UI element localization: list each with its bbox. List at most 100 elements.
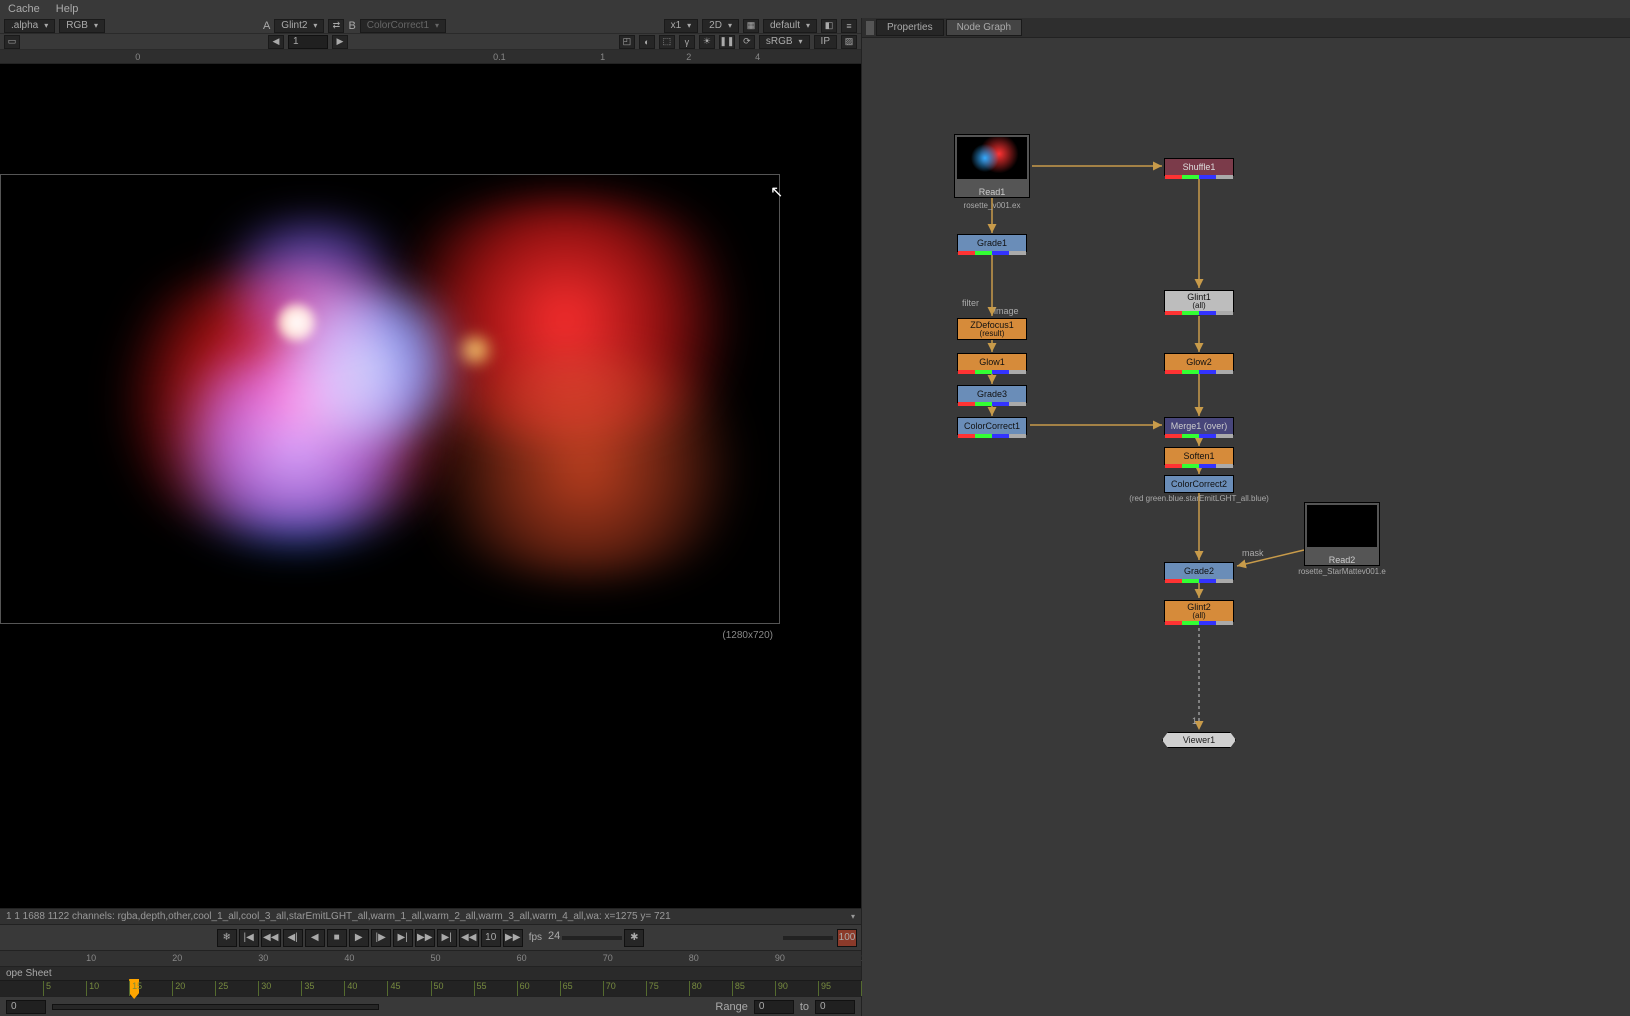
node-colorcorrect2[interactable]: ColorCorrect2 (red green.blue.starEmitLG… [1164, 475, 1234, 493]
node-merge1[interactable]: Merge1 (over) [1164, 417, 1234, 435]
clip-icon[interactable]: ⬚ [659, 35, 675, 49]
skip-amount[interactable]: 10 [481, 929, 501, 947]
range-label: Range [715, 1001, 747, 1013]
node-read1[interactable]: Read1 rosette_v001.ex [954, 134, 1030, 198]
roi-icon[interactable]: ◰ [619, 35, 635, 49]
nebula-image [1, 175, 779, 623]
frame-tick: 90 [775, 981, 788, 996]
tab-properties[interactable]: Properties [876, 19, 944, 36]
input-b-select[interactable]: ColorCorrect1 [360, 19, 446, 33]
colorcorrect2-sub: (red green.blue.starEmitLGHT_all.blue) [1129, 494, 1269, 503]
play-stop-icon[interactable]: ■ [327, 929, 347, 947]
grade2-mask-label: mask [1242, 548, 1264, 558]
status-expand-icon[interactable]: ▾ [851, 912, 855, 921]
workspace: .alpha RGB A Glint2 ⇄ B ColorCorrect1 x1… [0, 18, 1630, 1016]
timeline-tick: 70 [603, 953, 613, 963]
frame-tick: 70 [603, 981, 616, 996]
node-glint1[interactable]: Glint1 (all) [1164, 290, 1234, 312]
play-rev-fast-icon[interactable]: ◀◀ [261, 929, 281, 947]
frame-slider[interactable] [52, 1004, 379, 1010]
node-glint2[interactable]: Glint2 (all) [1164, 600, 1234, 622]
node-colorcorrect1[interactable]: ColorCorrect1 [957, 417, 1027, 435]
gain-icon[interactable]: ☀ [699, 35, 715, 49]
range-from-input[interactable] [754, 1000, 794, 1014]
refresh-icon[interactable]: ⟳ [739, 35, 755, 49]
skip-back-icon[interactable]: ◀◀ [459, 929, 479, 947]
node-read2[interactable]: Read2 rosette_StarMattev001.e [1304, 502, 1380, 566]
proxy-icon[interactable]: ▭ [4, 35, 20, 49]
play-slider[interactable] [562, 936, 622, 940]
node-grade2[interactable]: Grade2 [1164, 562, 1234, 580]
layout-select[interactable]: default [763, 19, 817, 33]
node-graph[interactable]: Read1 rosette_v001.ex Shuffle1 Grade1 fi… [862, 38, 1630, 1016]
lut-select[interactable]: sRGB [759, 35, 810, 49]
skip-fwd-icon[interactable]: ▶▶ [503, 929, 523, 947]
downres-prev-icon[interactable]: ◀ [268, 35, 284, 49]
resolution-label: (1280x720) [722, 630, 773, 641]
viewer-ruler: 0 0.1 1 2 4 [0, 50, 861, 64]
range-to-input[interactable] [815, 1000, 855, 1014]
input-a-select[interactable]: Glint2 [274, 19, 324, 33]
timeline-ruler[interactable]: 102030405060708090100 [0, 950, 861, 966]
play-last-icon[interactable]: ▶| [437, 929, 457, 947]
input-b-label: B [348, 20, 355, 32]
frame-in-input[interactable] [6, 1000, 46, 1014]
menu-help[interactable]: Help [56, 3, 79, 15]
tab-node-graph[interactable]: Node Graph [946, 19, 1022, 36]
wipe-icon[interactable]: ◧ [821, 19, 837, 33]
ip-button[interactable]: IP [814, 35, 837, 49]
dims-select[interactable]: 2D [702, 19, 739, 33]
timeline-tick: 50 [431, 953, 441, 963]
vol-slider[interactable] [783, 936, 833, 940]
zoom-select[interactable]: x1 [664, 19, 699, 33]
node-shuffle1[interactable]: Shuffle1 [1164, 158, 1234, 176]
read2-thumbnail [1307, 505, 1377, 547]
playback-bar: ❄ |◀ ◀◀ ◀| ◀ ■ ▶ |▶ ▶| ▶▶ ▶| ◀◀ 10 ▶▶ fp… [0, 924, 861, 950]
play-snowflake-icon[interactable]: ❄ [217, 929, 237, 947]
stripes-icon[interactable]: ▨ [841, 35, 857, 49]
colorspace-select[interactable]: RGB [59, 19, 105, 33]
swap-inputs-icon[interactable]: ⇄ [328, 19, 344, 33]
fps-select[interactable]: 24 [548, 930, 560, 946]
zdefocus1-sub: (result) [980, 330, 1005, 338]
play-rev-icon[interactable]: ◀ [305, 929, 325, 947]
node-zdefocus1[interactable]: ZDefocus1 (result) [957, 318, 1027, 340]
node-grade1[interactable]: Grade1 [957, 234, 1027, 252]
pause-icon[interactable]: ❚❚ [719, 35, 735, 49]
viewer1-label: Viewer1 [1183, 735, 1215, 745]
menu-icon[interactable]: ≡ [841, 19, 857, 33]
play-mode-icon[interactable]: ✱ [624, 929, 644, 947]
zdefocus-filter-label: filter [962, 298, 979, 308]
frame-tick: 55 [474, 981, 487, 996]
frame-tick: 60 [517, 981, 530, 996]
dopesheet-tab[interactable]: ope Sheet [0, 966, 861, 980]
downres-input[interactable] [288, 35, 328, 49]
node-soften1[interactable]: Soften1 [1164, 447, 1234, 465]
timeline-tick: 90 [775, 953, 785, 963]
play-prev-key-icon[interactable]: ◀| [283, 929, 303, 947]
range-end[interactable]: 100 [837, 929, 857, 947]
downres-next-icon[interactable]: ▶ [332, 35, 348, 49]
ruler-tick: 0.1 [493, 52, 506, 62]
image-frame: (1280x720) [0, 174, 780, 624]
bottom-row: Range to [0, 996, 861, 1016]
frame-track[interactable]: 5101520253035404550556065707580859095100 [0, 980, 861, 996]
node-grade3[interactable]: Grade3 [957, 385, 1027, 403]
grip-icon[interactable] [866, 21, 874, 35]
play-next-key-icon[interactable]: |▶ [371, 929, 391, 947]
play-first-icon[interactable]: |◀ [239, 929, 259, 947]
range-to-label: to [800, 1001, 809, 1013]
channel-mode-select[interactable]: .alpha [4, 19, 55, 33]
gamma-icon[interactable]: γ [679, 35, 695, 49]
play-fwd-icon[interactable]: ▶ [349, 929, 369, 947]
play-step-fwd-icon[interactable]: ▶| [393, 929, 413, 947]
mask-icon[interactable]: ◐ [639, 35, 655, 49]
overlay-icon[interactable]: ▦ [743, 19, 759, 33]
viewer-canvas[interactable]: (1280x720) ↖ [0, 64, 861, 908]
node-viewer1[interactable]: Viewer1 [1162, 732, 1236, 748]
read1-thumbnail [957, 137, 1027, 179]
menu-cache[interactable]: Cache [8, 3, 40, 15]
play-fwd-fast-icon[interactable]: ▶▶ [415, 929, 435, 947]
node-glow1[interactable]: Glow1 [957, 353, 1027, 371]
node-glow2[interactable]: Glow2 [1164, 353, 1234, 371]
